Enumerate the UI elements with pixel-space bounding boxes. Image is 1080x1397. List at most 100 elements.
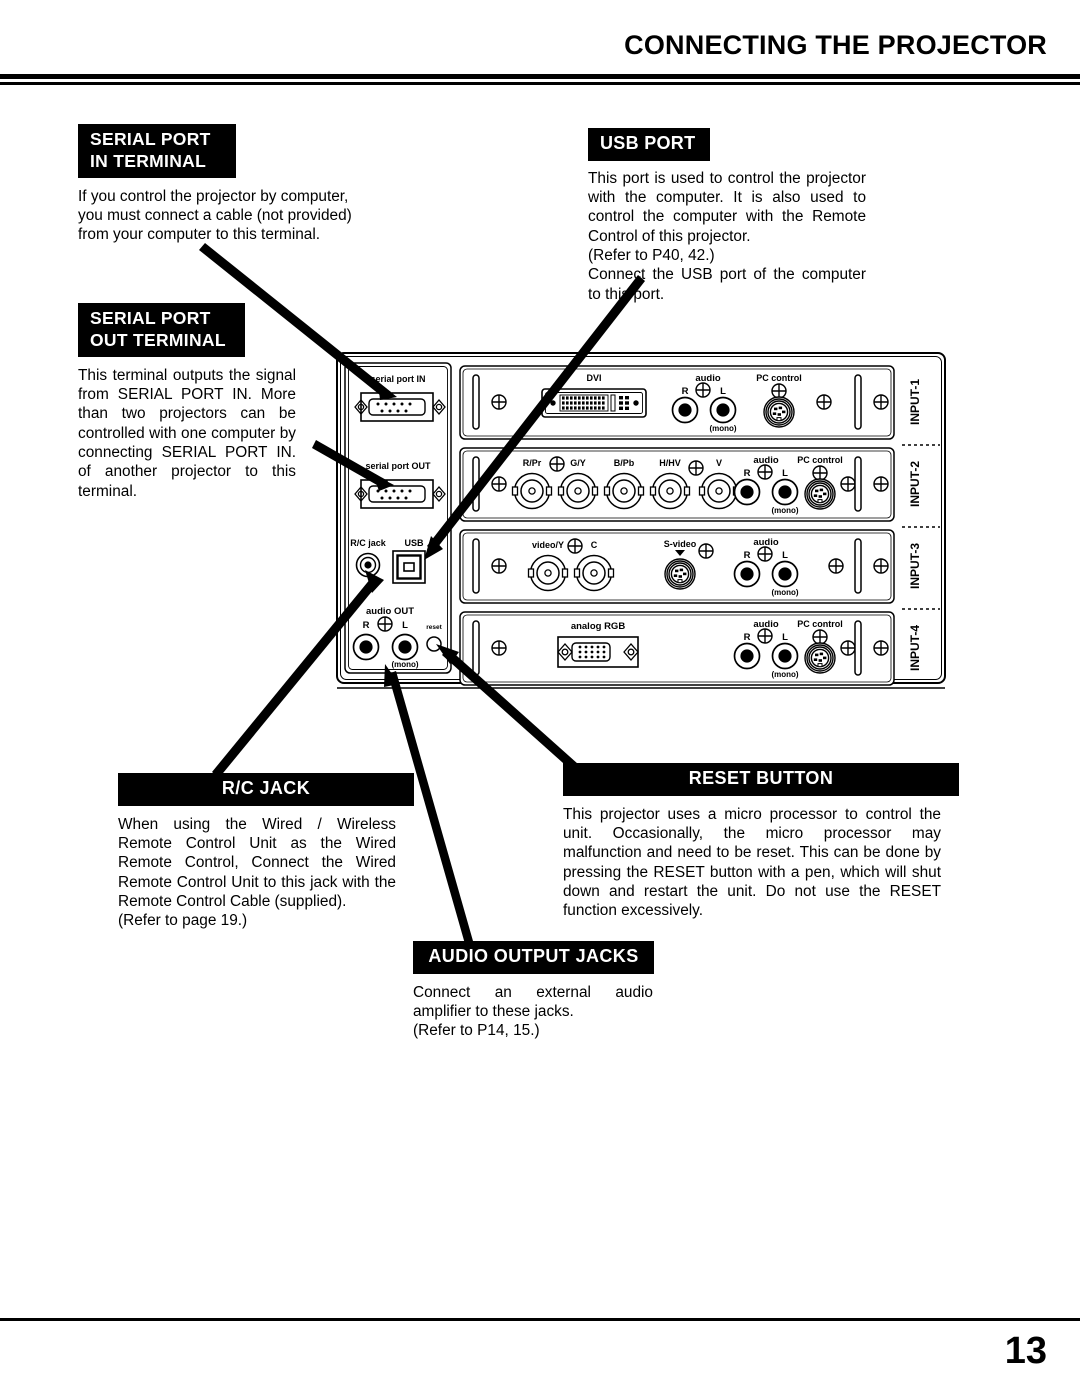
panel-input2-connector-bpb: B/Pb (614, 458, 635, 468)
panel-input3-s-video-connector (664, 558, 696, 590)
panel-audio-out-mono: (mono) (391, 660, 418, 669)
panel-rc-jack-connector (355, 552, 381, 578)
serial-port-in-heading-line1: SERIAL PORT (90, 129, 211, 149)
panel-input4-audio-r: R (744, 632, 751, 643)
audio-output-jacks-body-part1: Connect an external audio amplifier to t… (413, 983, 653, 1020)
panel-input1-audio-l-jack (709, 396, 737, 424)
panel-serial-out-label: serial port OUT (365, 461, 431, 471)
page-title: CONNECTING THE PROJECTOR (624, 30, 1047, 60)
panel-input4-pc-control-label: PC control (797, 619, 843, 629)
panel-usb-label: USB (404, 538, 424, 548)
callout-usb-port: USB PORT This port is used to control th… (588, 128, 878, 304)
panel-serial-in-label: serial port IN (370, 374, 425, 384)
panel-input2-audio-label: audio (753, 455, 779, 466)
panel-input4-audio-l: L (782, 632, 788, 643)
terminal-panel-diagram: serial port IN serial port OUT R/C jack … (336, 352, 946, 692)
page-number: 13 (1004, 1330, 1047, 1372)
panel-input1-pc-control-connector (763, 396, 795, 428)
panel-input2-pc-control-label: PC control (797, 455, 843, 465)
panel-input4-name: INPUT-4 (908, 625, 922, 671)
panel-input4-audio-l-jack (771, 642, 799, 670)
panel-input2-connector-v: V (716, 458, 722, 468)
panel-input2-name: INPUT-2 (908, 461, 922, 507)
serial-port-out-body: This terminal outputs the signal from SE… (78, 366, 296, 500)
panel-usb-connector (392, 550, 426, 584)
usb-port-body-part3: Connect the USB port of the computer to … (588, 266, 866, 303)
usb-port-body: This port is used to control the project… (588, 169, 866, 304)
panel-input1-pc-control-label: PC control (756, 373, 802, 383)
rc-jack-body-part2: (Refer to page 19.) (118, 912, 248, 930)
usb-port-heading: USB PORT (588, 128, 710, 161)
panel-input3-audio-r-jack (733, 560, 761, 588)
rc-jack-body: When using the Wired / Wireless Remote C… (118, 815, 396, 931)
panel-dvi-connector (541, 388, 647, 418)
panel-input4-audio-r-jack (733, 642, 761, 670)
panel-input3-audio-l: L (782, 550, 788, 561)
callout-reset-button: RESET BUTTON This projector uses a micro… (563, 763, 959, 921)
serial-port-in-heading: SERIAL PORT IN TERMINAL (78, 124, 236, 178)
callout-audio-output-jacks: AUDIO OUTPUT JACKS Connect an external a… (413, 941, 654, 1041)
panel-reset-label: reset (426, 624, 442, 631)
audio-output-jacks-body-part2: (Refer to P14, 15.) (413, 1022, 540, 1040)
panel-input2-connector-gy: G/Y (570, 458, 586, 468)
panel-input2-audio-l: L (782, 468, 788, 479)
serial-port-in-body: If you control the projector by computer… (78, 187, 352, 244)
usb-port-body-part1: This port is used to control the project… (588, 169, 866, 245)
panel-input2-audio-r-jack (733, 478, 761, 506)
panel-audio-out-l-jack (391, 633, 419, 661)
audio-output-jacks-heading: AUDIO OUTPUT JACKS (413, 941, 654, 974)
panel-input3-connector-video-y: video/Y (532, 540, 564, 550)
panel-analog-rgb-connector (557, 636, 639, 668)
panel-left-column: serial port IN serial port OUT R/C jack … (344, 362, 452, 674)
footer-rule (0, 1318, 1080, 1321)
arrow-audio-output-jacks (388, 671, 473, 944)
panel-row-input-3: video/Y C S-video audio R L (mono) INPUT… (459, 529, 922, 604)
serial-port-in-heading-line2: IN TERMINAL (90, 151, 207, 172)
panel-audio-out-l: L (402, 620, 408, 631)
panel-input2-connector-rpr: R/Pr (523, 458, 542, 468)
panel-reset-button (426, 636, 442, 652)
callout-serial-port-in: SERIAL PORT IN TERMINAL If you control t… (78, 124, 378, 245)
panel-input4-audio-mono: (mono) (771, 670, 798, 679)
reset-button-heading: RESET BUTTON (563, 763, 959, 796)
header-rule-thick (0, 74, 1080, 79)
panel-input1-audio-l: L (720, 386, 726, 397)
panel-audio-out-r-jack (352, 633, 380, 661)
panel-input2-audio-r: R (744, 468, 751, 479)
panel-row-input-2: R/Pr G/Y B/Pb H/HV V audio R L (mono) PC… (459, 447, 922, 522)
header-rule-thin (0, 82, 1080, 85)
panel-input3-audio-mono: (mono) (771, 588, 798, 597)
serial-port-out-heading-line1: SERIAL PORT (90, 308, 211, 328)
manual-page: CONNECTING THE PROJECTOR SERIAL PORT IN … (0, 0, 1080, 1397)
rc-jack-heading: R/C JACK (118, 773, 414, 806)
panel-input1-connector-dvi: DVI (586, 373, 601, 383)
panel-row-input-4: analog RGB audio R L (mono) PC control I… (459, 611, 922, 686)
audio-output-jacks-body: Connect an external audio amplifier to t… (413, 983, 653, 1041)
reset-button-body: This projector uses a micro processor to… (563, 805, 941, 920)
serial-port-out-heading: SERIAL PORT OUT TERMINAL (78, 303, 245, 357)
panel-input1-name: INPUT-1 (908, 379, 922, 425)
panel-input2-audio-mono: (mono) (771, 506, 798, 515)
panel-input2-connector-hhv: H/HV (659, 458, 681, 468)
callout-rc-jack: R/C JACK When using the Wired / Wireless… (118, 773, 414, 931)
panel-input2-pc-control-connector (804, 478, 836, 510)
panel-audio-out-label: audio OUT (366, 606, 414, 617)
panel-input3-audio-l-jack (771, 560, 799, 588)
panel-rc-jack-label: R/C jack (350, 538, 387, 548)
panel-input1-audio-r: R (682, 386, 689, 397)
panel-input1-audio-mono: (mono) (709, 424, 736, 433)
panel-input4-connector-analog-rgb: analog RGB (571, 621, 626, 632)
panel-audio-out-r: R (363, 620, 370, 631)
panel-input3-audio-label: audio (753, 537, 779, 548)
panel-input1-audio-label: audio (695, 373, 721, 384)
panel-input2-audio-l-jack (771, 478, 799, 506)
rc-jack-body-part1: When using the Wired / Wireless Remote C… (118, 815, 396, 910)
callout-serial-port-out: SERIAL PORT OUT TERMINAL This terminal o… (78, 303, 310, 501)
panel-input4-pc-control-connector (804, 642, 836, 674)
panel-input3-audio-r: R (744, 550, 751, 561)
panel-input3-name: INPUT-3 (908, 543, 922, 589)
panel-input3-connector-c: C (591, 540, 598, 550)
panel-input1-audio-r-jack (671, 396, 699, 424)
panel-input4-audio-label: audio (753, 619, 779, 630)
usb-port-body-part2: (Refer to P40, 42.) (588, 246, 715, 264)
